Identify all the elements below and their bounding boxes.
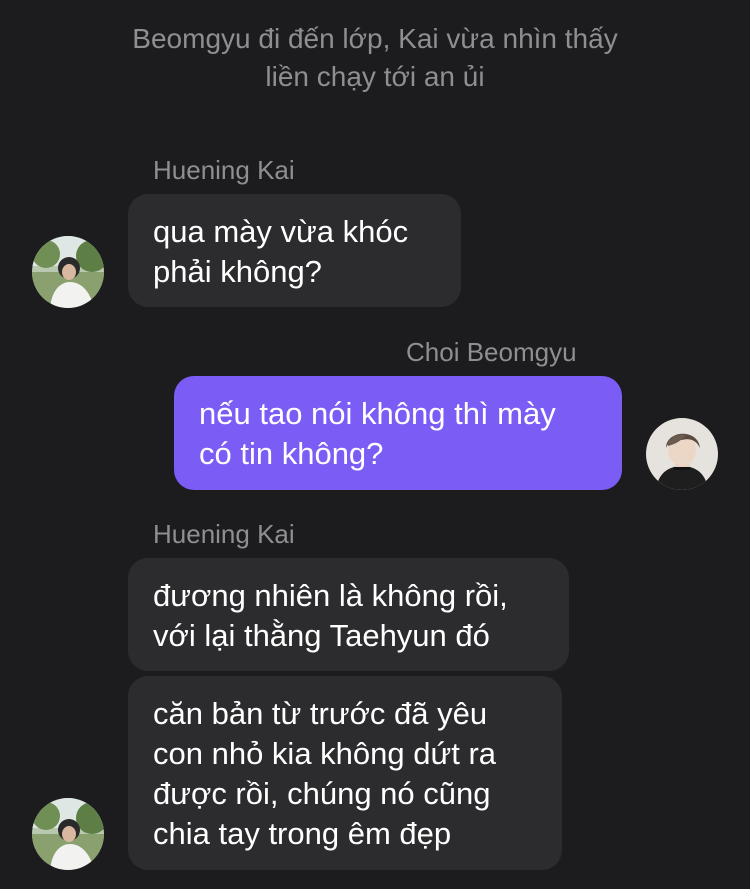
- message-bubble[interactable]: căn bản từ trước đã yêu con nhỏ kia khôn…: [128, 676, 562, 870]
- sender-name: Huening Kai: [153, 155, 295, 185]
- message-line: nếu tao nói không thì mày: [199, 396, 556, 431]
- message-line: có tin không?: [199, 436, 384, 471]
- message-line: đương nhiên là không rồi,: [153, 578, 508, 613]
- message-bubble[interactable]: qua mày vừa khóc phải không?: [128, 194, 461, 307]
- huening-kai-avatar[interactable]: [32, 798, 104, 870]
- narration: Beomgyu đi đến lớp, Kai vừa nhìn thấy li…: [0, 20, 750, 96]
- message-line: chia tay trong êm đẹp: [153, 816, 452, 851]
- message-line: căn bản từ trước đã yêu: [153, 696, 488, 731]
- message-line: với lại thằng Taehyun đó: [153, 618, 490, 653]
- huening-kai-avatar[interactable]: [32, 236, 104, 308]
- sender-name: Huening Kai: [153, 519, 295, 549]
- message-line: được rồi, chúng nó cũng: [153, 776, 491, 811]
- message-bubble[interactable]: đương nhiên là không rồi, với lại thằng …: [128, 558, 569, 671]
- narration-line: liền chạy tới an ủi: [265, 61, 485, 92]
- choi-beomgyu-avatar[interactable]: [646, 418, 718, 490]
- message-bubble[interactable]: nếu tao nói không thì mày có tin không?: [174, 376, 622, 490]
- message-line: phải không?: [153, 254, 322, 289]
- narration-line: Beomgyu đi đến lớp, Kai vừa nhìn thấy: [132, 23, 618, 54]
- message-line: qua mày vừa khóc: [153, 214, 409, 249]
- sender-name: Choi Beomgyu: [406, 337, 577, 367]
- message-line: con nhỏ kia không dứt ra: [153, 736, 497, 771]
